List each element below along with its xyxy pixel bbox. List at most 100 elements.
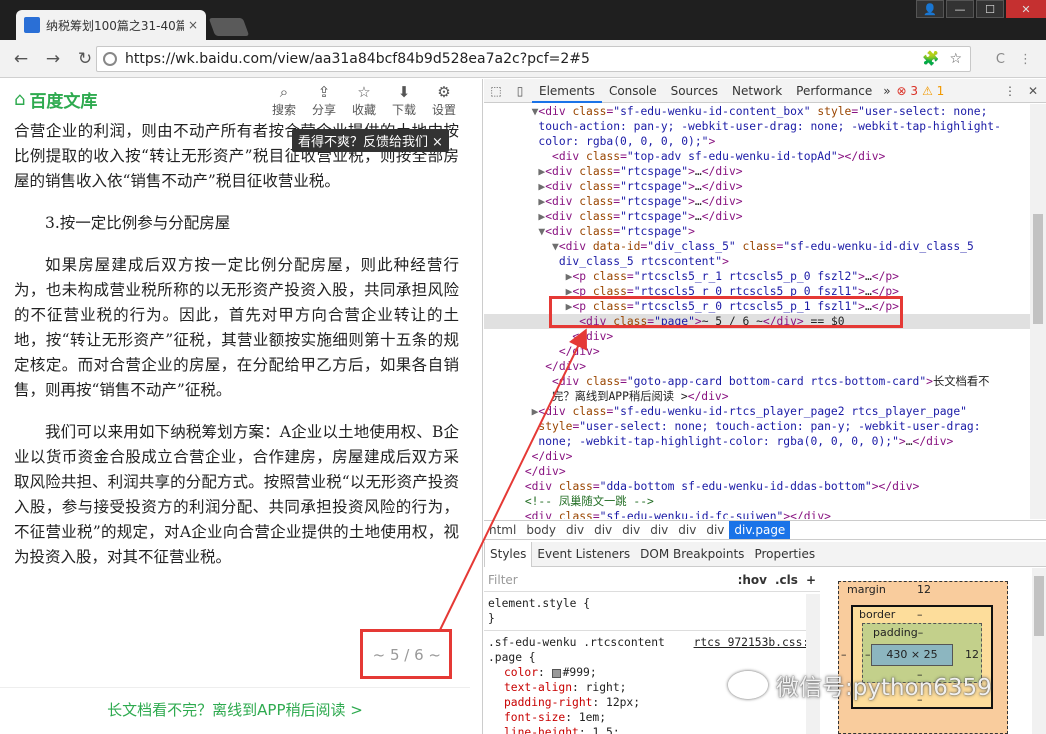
dom-node[interactable]: </div> — [484, 449, 1030, 464]
css-property[interactable]: line-height: 1.5; — [488, 725, 816, 734]
wechat-icon — [728, 671, 768, 699]
add-rule-button[interactable]: + — [806, 573, 816, 587]
security-icon[interactable] — [103, 52, 117, 66]
settings-button[interactable]: ⚙ 设置 — [430, 83, 458, 118]
tab-performance[interactable]: Performance — [789, 79, 879, 103]
box-model-scrollbar[interactable] — [1032, 568, 1046, 734]
dom-node[interactable]: <div class="dda-bottom sf-edu-wenku-id-d… — [484, 479, 1030, 494]
maximize-button[interactable]: ☐ — [976, 0, 1004, 18]
breadcrumb-item[interactable]: div.page — [729, 521, 791, 539]
profile-icon[interactable]: 👤 — [916, 0, 944, 18]
close-icon[interactable]: × — [432, 135, 443, 150]
box-model-content[interactable]: 430 × 25 — [871, 644, 953, 666]
filter-input[interactable]: Filter — [488, 573, 730, 587]
breadcrumb-item[interactable]: div — [701, 523, 729, 537]
hov-toggle[interactable]: :hov — [738, 573, 767, 587]
dom-node[interactable]: ▼<div class="sf-edu-wenku-id-content_box… — [484, 104, 1030, 119]
device-toggle-icon[interactable]: ▯ — [508, 84, 532, 98]
wenku-toolbar: ⌕ 搜索 ⇪ 分享 ☆ 收藏 ⬇ 下载 ⚙ 设置 — [270, 83, 458, 118]
styles-pane: Filter :hov .cls + element.style { } .sf… — [484, 568, 820, 734]
doc-paragraph: 我们可以来用如下纳税筹划方案：A企业以土地使用权、B企业以货币资金合股成立合营企… — [14, 423, 459, 566]
wenku-logo[interactable]: ⌂ 百度文库 — [14, 87, 97, 112]
dom-node[interactable]: ▼<div data-id="div_class_5" class="sf-ed… — [484, 239, 1030, 254]
inspect-element-icon[interactable]: ⬚ — [484, 84, 508, 98]
expand-toggle-icon[interactable]: ▼ — [552, 240, 559, 253]
dom-node[interactable]: div_class_5 rtcscontent"> — [484, 254, 1030, 269]
box-model-margin[interactable]: margin 12 – border – – padding– – 12 – 4… — [838, 581, 1008, 734]
minimize-button[interactable]: — — [946, 0, 974, 18]
cls-toggle[interactable]: .cls — [775, 573, 798, 587]
dom-node[interactable]: </div> — [484, 344, 1030, 359]
error-badge[interactable]: ⊗ 3 — [897, 84, 919, 98]
css-source-link[interactable]: rtcs 972153b.css:2 — [694, 635, 816, 650]
forward-button[interactable]: → — [42, 48, 64, 70]
breadcrumb-item[interactable]: div — [617, 523, 645, 537]
breadcrumb-item[interactable]: div — [645, 523, 673, 537]
dom-node[interactable]: color: rgba(0, 0, 0, 0);"> — [484, 134, 1030, 149]
tab-elements[interactable]: Elements — [532, 79, 602, 103]
back-button[interactable]: ← — [10, 48, 32, 70]
download-button[interactable]: ⬇ 下载 — [390, 83, 418, 118]
dom-node[interactable]: </div> — [484, 359, 1030, 374]
scroll-thumb[interactable] — [1033, 214, 1043, 324]
breadcrumb-item[interactable]: html — [484, 523, 521, 537]
breadcrumb-item[interactable]: body — [521, 523, 561, 537]
dom-node[interactable]: <div class="sf-edu-wenku-id-fc-suiwen"><… — [484, 509, 1030, 519]
tab-title: 纳税筹划100篇之31-40篇 — [46, 18, 184, 33]
tab-sources[interactable]: Sources — [664, 79, 725, 103]
dom-node[interactable]: <!-- 凤巢随文一跳 --> — [484, 494, 1030, 509]
breadcrumb-item[interactable]: div — [561, 523, 589, 537]
breadcrumb-item[interactable]: div — [589, 523, 617, 537]
dom-node[interactable]: none; -webkit-tap-highlight-color: rgba(… — [484, 434, 1030, 449]
dom-node[interactable]: ▶<div class="sf-edu-wenku-id-rtcs_player… — [484, 404, 1030, 419]
search-button[interactable]: ⌕ 搜索 — [270, 83, 298, 118]
tab-properties[interactable]: Properties — [749, 542, 820, 567]
dom-node[interactable]: ▶<div class="rtcspage">…</div> — [484, 164, 1030, 179]
dom-node[interactable]: touch-action: pan-y; -webkit-user-drag: … — [484, 119, 1030, 134]
tab-network[interactable]: Network — [725, 79, 789, 103]
reload-button[interactable]: ↻ — [74, 48, 96, 70]
bookmark-star-icon[interactable]: ☆ — [949, 51, 962, 67]
dom-node[interactable]: ▶<div class="rtcspage">…</div> — [484, 209, 1030, 224]
dom-node[interactable]: ▼<div class="rtcspage"> — [484, 224, 1030, 239]
devtools-toolbar: ⬚ ▯ Elements Console Sources Network Per… — [484, 79, 1046, 103]
dom-node[interactable]: ▶<div class="rtcspage">…</div> — [484, 194, 1030, 209]
search-icon: ⌕ — [279, 83, 289, 101]
tab-dom-breakpoints[interactable]: DOM Breakpoints — [635, 542, 749, 567]
dom-node[interactable]: 完？离线到APP稍后阅读 ></div> — [484, 389, 1030, 404]
styles-scrollbar[interactable] — [806, 594, 820, 734]
dom-node[interactable]: style="user-select: none; touch-action: … — [484, 419, 1030, 434]
dom-node[interactable]: <div class="goto-app-card bottom-card rt… — [484, 374, 1030, 389]
goto-app-link[interactable]: 长文档看不完？离线到APP稍后阅读 > — [0, 687, 470, 733]
browser-menu-icon[interactable]: ⋮ — [1019, 52, 1032, 67]
devtools-menu-icon[interactable]: ⋮ — [1004, 84, 1016, 98]
share-button[interactable]: ⇪ 分享 — [310, 83, 338, 118]
download-icon: ⬇ — [397, 83, 411, 101]
window-controls: 👤 — ☐ ✕ — [916, 0, 1046, 18]
dom-node[interactable]: </div> — [484, 329, 1030, 344]
css-property[interactable]: font-size: 1em; — [488, 710, 816, 725]
tab-event-listeners[interactable]: Event Listeners — [532, 542, 635, 567]
dom-node[interactable]: <div class="top-adv sf-edu-wenku-id-topA… — [484, 149, 1030, 164]
tab-close-icon[interactable]: × — [188, 18, 198, 32]
dom-node[interactable]: ▶<div class="rtcspage">…</div> — [484, 179, 1030, 194]
dom-scrollbar[interactable] — [1030, 104, 1046, 519]
dom-node[interactable]: ▶<p class="rtcscls5_r_1 rtcscls5_p_0 fsz… — [484, 269, 1030, 284]
dom-node[interactable]: </div> — [484, 464, 1030, 479]
extension-puzzle-icon[interactable]: 🧩 — [922, 51, 939, 67]
tab-styles[interactable]: Styles — [484, 541, 533, 567]
extension-c-icon[interactable]: C — [996, 52, 1005, 67]
element-style-rule[interactable]: element.style { } — [484, 592, 820, 631]
feedback-tooltip[interactable]: 看得不爽？反馈给我们 × — [292, 129, 449, 152]
close-window-button[interactable]: ✕ — [1006, 0, 1046, 18]
color-swatch-icon[interactable] — [551, 668, 561, 678]
browser-tab[interactable]: 纳税筹划100篇之31-40篇 × — [16, 10, 206, 40]
more-tabs-icon[interactable]: » — [879, 84, 894, 98]
favorite-button[interactable]: ☆ 收藏 — [350, 83, 378, 118]
devtools-close-icon[interactable]: ✕ — [1028, 84, 1038, 98]
new-tab-button[interactable] — [208, 18, 250, 36]
breadcrumb-item[interactable]: div — [673, 523, 701, 537]
warning-badge[interactable]: ⚠ 1 — [922, 84, 944, 98]
url-input[interactable]: https://wk.baidu.com/view/aa31a84bcf84b9… — [96, 46, 971, 72]
tab-console[interactable]: Console — [602, 79, 664, 103]
